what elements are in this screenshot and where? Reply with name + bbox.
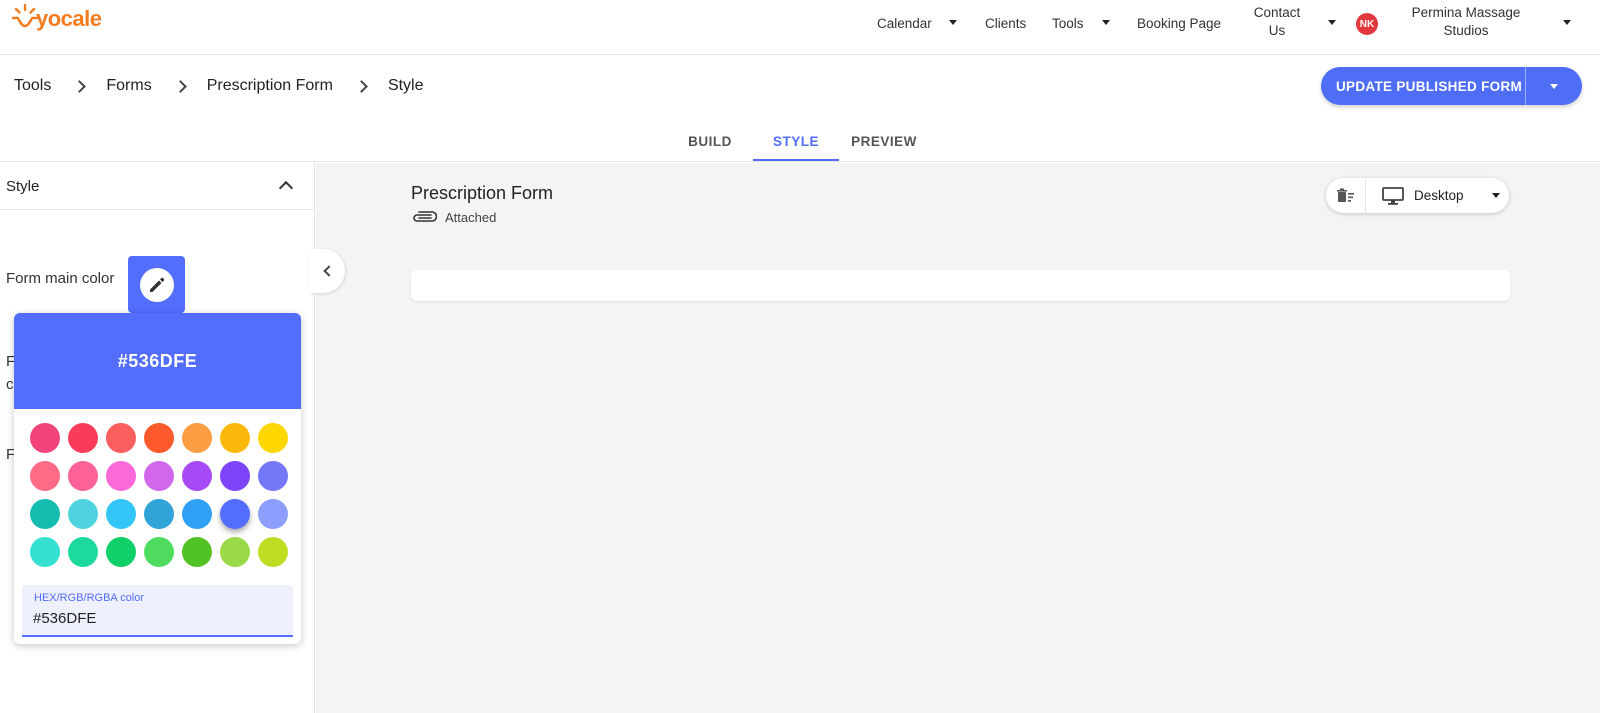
breadcrumb-tools[interactable]: Tools — [14, 77, 51, 95]
publish-options-dropdown[interactable] — [1526, 83, 1582, 89]
color-swatch[interactable] — [258, 461, 288, 491]
nav-contact-us[interactable]: Contact Us — [1248, 4, 1306, 40]
form-body-card[interactable] — [411, 270, 1510, 301]
hex-color-label: HEX/RGB/RGBA color — [34, 592, 145, 604]
update-published-form-button[interactable]: UPDATE PUBLISHED FORM — [1321, 67, 1582, 105]
hidden-label-fragment: c — [6, 376, 14, 393]
color-swatch[interactable] — [30, 423, 60, 453]
device-label: Desktop — [1414, 188, 1464, 203]
breadcrumb: Tools Forms Prescription Form Style — [14, 75, 424, 97]
chevron-left-icon — [323, 265, 335, 277]
tab-preview[interactable]: PREVIEW — [848, 120, 920, 162]
edit-main-color-button[interactable] — [128, 256, 185, 313]
breadcrumb-forms[interactable]: Forms — [106, 77, 151, 95]
color-swatch[interactable] — [182, 423, 212, 453]
pencil-icon — [149, 277, 164, 292]
chevron-down-icon[interactable] — [1102, 20, 1110, 25]
color-swatch[interactable] — [68, 499, 98, 529]
nav-calendar[interactable]: Calendar — [877, 0, 932, 46]
active-tab-indicator — [753, 159, 839, 161]
attached-status: Attached — [411, 210, 496, 225]
color-swatch[interactable] — [106, 537, 136, 567]
top-nav: yocale Calendar Clients Tools Booking Pa… — [0, 0, 1600, 55]
color-swatch[interactable] — [182, 499, 212, 529]
nav-booking-page[interactable]: Booking Page — [1137, 0, 1221, 46]
logo-text: yocale — [36, 6, 102, 31]
breadcrumb-prescription-form[interactable]: Prescription Form — [207, 77, 333, 95]
nav-clients-label: Clients — [985, 15, 1027, 31]
form-main-color-label: Form main color — [6, 270, 115, 287]
nav-clients[interactable]: Clients — [985, 0, 1026, 46]
color-swatch[interactable] — [30, 461, 60, 491]
color-swatch[interactable] — [258, 499, 288, 529]
delete-sweep-icon — [1336, 188, 1354, 202]
avatar[interactable]: NK — [1356, 13, 1378, 35]
color-swatch[interactable] — [220, 461, 250, 491]
color-swatch[interactable] — [220, 537, 250, 567]
nav-calendar-label: Calendar — [877, 15, 932, 31]
color-swatch-grid — [26, 419, 294, 571]
hex-color-field[interactable]: HEX/RGB/RGBA color — [22, 585, 293, 637]
color-swatch[interactable] — [258, 423, 288, 453]
form-canvas — [316, 163, 1600, 713]
color-preview: #536DFE — [14, 313, 301, 409]
nav-tools[interactable]: Tools — [1052, 0, 1084, 46]
color-swatch[interactable] — [30, 537, 60, 567]
color-swatch[interactable] — [258, 537, 288, 567]
publish-label: UPDATE PUBLISHED FORM — [1336, 78, 1523, 94]
color-swatch[interactable] — [220, 499, 250, 529]
chevron-down-icon[interactable] — [1563, 20, 1571, 25]
chevron-down-icon[interactable] — [949, 20, 957, 25]
chevron-up-icon[interactable] — [278, 180, 294, 196]
editor-tabs: BUILD STYLE PREVIEW — [0, 120, 1600, 162]
color-swatch[interactable] — [68, 423, 98, 453]
color-preview-hex: #536DFE — [117, 350, 198, 371]
nav-booking-page-label: Booking Page — [1137, 15, 1222, 31]
color-swatch[interactable] — [220, 423, 250, 453]
style-panel-title: Style — [6, 177, 40, 195]
style-panel-header[interactable]: Style — [0, 163, 315, 210]
color-swatch[interactable] — [144, 461, 174, 491]
pencil-icon-wrapper — [139, 267, 174, 302]
tab-style[interactable]: STYLE — [753, 120, 839, 162]
color-swatch[interactable] — [68, 461, 98, 491]
chevron-down-icon — [1550, 83, 1558, 89]
chevron-right-icon — [73, 79, 87, 93]
color-swatch[interactable] — [106, 423, 136, 453]
clear-form-button[interactable] — [1326, 178, 1366, 213]
yocale-logo[interactable]: yocale — [12, 2, 102, 36]
color-swatch[interactable] — [106, 499, 136, 529]
desktop-icon — [1382, 186, 1404, 205]
color-swatch[interactable] — [182, 537, 212, 567]
chevron-right-icon — [173, 79, 187, 93]
studio-name[interactable]: Permina Massage Studios — [1396, 4, 1536, 40]
attached-label: Attached — [445, 210, 497, 225]
chevron-down-icon[interactable] — [1328, 20, 1336, 25]
device-select[interactable]: Desktop — [1366, 186, 1509, 205]
paperclip-icon — [413, 210, 437, 222]
color-swatch[interactable] — [106, 461, 136, 491]
nav-tools-label: Tools — [1052, 15, 1084, 31]
color-swatch[interactable] — [182, 461, 212, 491]
breadcrumb-style: Style — [387, 77, 424, 94]
form-title: Prescription Form — [411, 183, 554, 203]
color-swatch[interactable] — [144, 423, 174, 453]
color-picker: #536DFE HEX/RGB/RGBA color — [14, 313, 301, 644]
sun-logo-icon — [12, 3, 38, 28]
color-swatch[interactable] — [144, 499, 174, 529]
color-swatch[interactable] — [30, 499, 60, 529]
tab-build[interactable]: BUILD — [680, 120, 740, 162]
color-swatch[interactable] — [144, 537, 174, 567]
chevron-down-icon — [1491, 193, 1500, 198]
hex-color-input[interactable] — [33, 610, 273, 627]
device-toolbar: Desktop — [1326, 178, 1509, 213]
chevron-right-icon — [355, 79, 368, 93]
color-swatch[interactable] — [68, 537, 98, 567]
